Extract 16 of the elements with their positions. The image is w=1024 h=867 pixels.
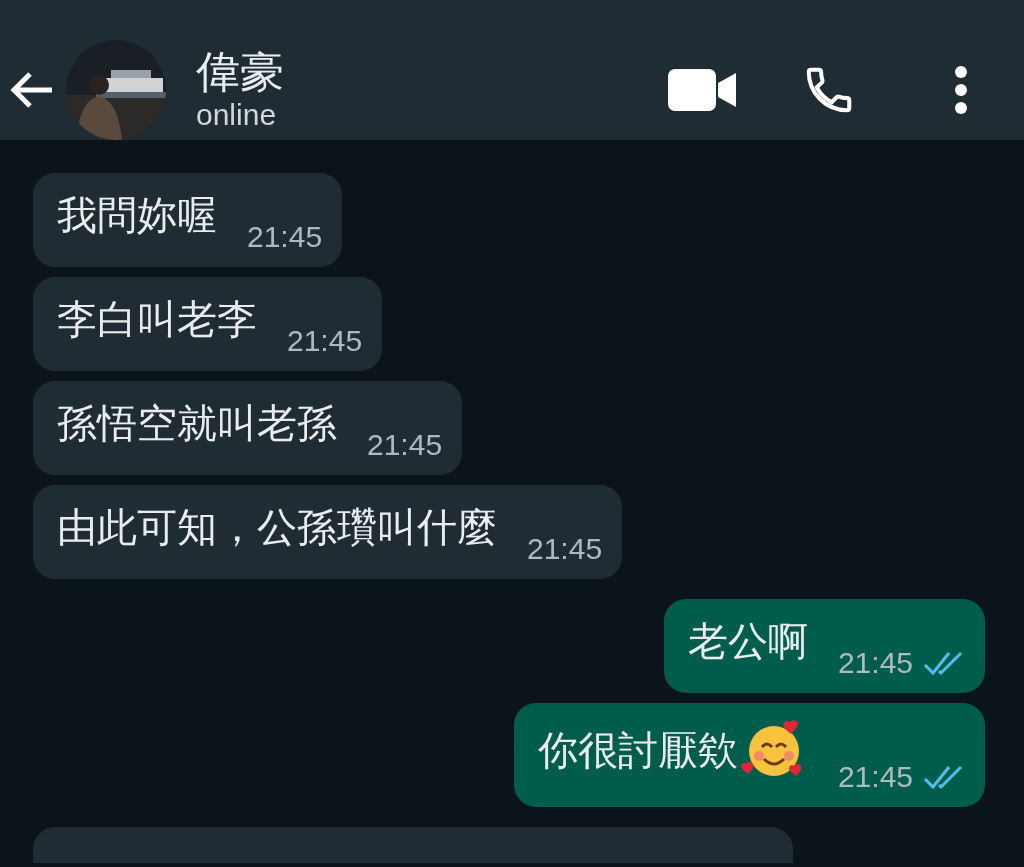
message-time: 21:45 <box>527 531 603 567</box>
message-text: 我問妳喔 <box>57 192 217 239</box>
message-text: 由此可知，公孫瓚叫什麼 <box>57 504 497 551</box>
contact-name: 偉豪 <box>196 47 284 97</box>
message-time: 21:45 <box>837 759 913 795</box>
video-call-icon[interactable] <box>668 69 736 111</box>
more-options-icon[interactable] <box>954 65 968 115</box>
message-time: 21:45 <box>837 645 913 681</box>
message-text: 孫悟空就叫老孫 <box>57 400 337 447</box>
message-time: 21:45 <box>367 427 443 463</box>
message-text: 你很討厭欸 <box>537 727 738 774</box>
message-time: 21:45 <box>287 323 363 359</box>
contact-status: online <box>196 97 278 133</box>
message-time: 21:45 <box>247 219 323 255</box>
message-text: 老公啊 <box>687 618 808 665</box>
message-text: 李白叫老李 <box>57 296 257 343</box>
